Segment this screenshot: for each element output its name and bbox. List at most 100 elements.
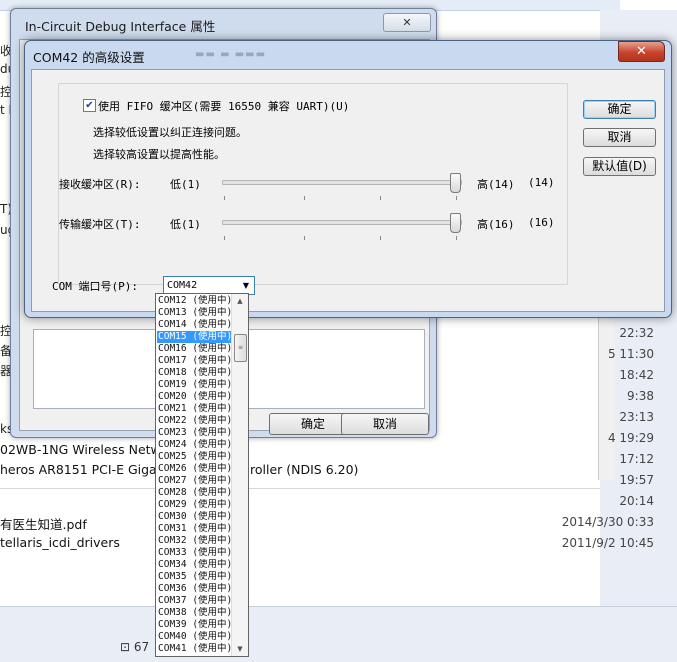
com-port-option[interactable]: COM22 (使用中)	[157, 415, 232, 427]
slider-tick	[380, 236, 381, 240]
slider-tick	[380, 196, 381, 200]
com-port-option[interactable]: COM28 (使用中)	[157, 487, 232, 499]
ok-button[interactable]: 确定	[583, 100, 656, 119]
background-list-item[interactable]: 有医生知道.pdf	[0, 514, 87, 533]
com-port-option[interactable]: COM34 (使用中)	[157, 559, 232, 571]
transmit-buffer-slider[interactable]	[222, 213, 462, 233]
scroll-up-icon[interactable]: ▲	[232, 294, 248, 308]
slider-tick	[224, 196, 225, 200]
com-port-option[interactable]: COM17 (使用中)	[157, 355, 232, 367]
com-port-option[interactable]: COM23 (使用中)	[157, 427, 232, 439]
com-port-value: COM42	[167, 278, 198, 293]
background-list-item[interactable]: heros AR8151 PCI-E Gigab	[0, 462, 165, 477]
item-count: 67	[133, 640, 150, 654]
title-bar-reflection: ▬▬ ▬ ▬▬▬	[195, 49, 267, 60]
background-list-date: 2014/3/30 0:33	[561, 515, 654, 529]
com-close-button[interactable]: ✕	[618, 41, 665, 62]
com-port-option[interactable]: COM19 (使用中)	[157, 379, 232, 391]
background-date: 20:14	[619, 494, 654, 508]
background-list-item[interactable]: tellaris_icdi_drivers	[0, 535, 120, 550]
com-port-option[interactable]: COM24 (使用中)	[157, 439, 232, 451]
receive-value: (14)	[528, 176, 555, 189]
com-port-option[interactable]: COM37 (使用中)	[157, 595, 232, 607]
com-port-option[interactable]: COM18 (使用中)	[157, 367, 232, 379]
scroll-down-icon[interactable]: ▼	[232, 642, 248, 656]
close-icon: ✕	[402, 16, 412, 29]
background-scrollbar[interactable]	[598, 300, 615, 480]
com-port-option[interactable]: COM16 (使用中)	[157, 343, 232, 355]
background-divider	[0, 488, 600, 489]
slider-tick	[456, 236, 457, 240]
slider-tick	[304, 196, 305, 200]
scroll-thumb[interactable]: ≡	[234, 334, 247, 362]
background-date: 22:32	[619, 326, 654, 340]
receive-low-label: 低(1)	[170, 178, 201, 191]
transmit-buffer-label: 传输缓冲区(T):	[59, 218, 141, 231]
com-port-option[interactable]: COM30 (使用中)	[157, 511, 232, 523]
items-icon: ⊡	[120, 640, 131, 654]
com-port-option[interactable]: COM35 (使用中)	[157, 571, 232, 583]
restore-defaults-button[interactable]: 默认值(D)	[583, 157, 656, 176]
slider-tick	[224, 236, 225, 240]
hint-low-text: 选择较低设置以纠正连接问题。	[93, 126, 247, 139]
chevron-down-icon: ▼	[242, 281, 250, 290]
cancel-button[interactable]: 取消	[583, 128, 656, 147]
background-list-item-suffix: roller (NDIS 6.20)	[250, 462, 359, 477]
com-port-label: COM 端口号(P):	[52, 280, 138, 293]
slider-tick	[304, 236, 305, 240]
com-port-option[interactable]: COM40 (使用中)	[157, 631, 232, 643]
com-port-option[interactable]: COM41 (使用中)	[157, 643, 232, 655]
com-dialog-title: COM42 的高级设置	[33, 50, 145, 65]
com-port-option[interactable]: COM33 (使用中)	[157, 547, 232, 559]
com-port-option[interactable]: COM32 (使用中)	[157, 535, 232, 547]
background-date: 19:57	[619, 473, 654, 487]
com-dialog-body: ✔ 使用 FIFO 缓冲区(需要 16550 兼容 UART)(U) 选择较低设…	[31, 69, 665, 312]
dropdown-scrollbar[interactable]: ▲ ≡ ▼	[231, 294, 248, 656]
com-advanced-settings-dialog: COM42 的高级设置 ▬▬ ▬ ▬▬▬ ✕ ✔ 使用 FIFO 缓冲区(需要 …	[24, 40, 672, 318]
com-port-option[interactable]: COM13 (使用中)	[157, 307, 232, 319]
com-port-option[interactable]: COM26 (使用中)	[157, 463, 232, 475]
slider-tick	[456, 196, 457, 200]
background-date: 23:13	[619, 410, 654, 424]
com-port-option[interactable]: COM38 (使用中)	[157, 607, 232, 619]
com-port-option[interactable]: COM15 (使用中)	[157, 331, 232, 343]
com-port-option[interactable]: COM29 (使用中)	[157, 499, 232, 511]
background-status-count: ⊡ 67	[120, 640, 149, 654]
receive-buffer-slider[interactable]	[222, 173, 462, 193]
com-port-option[interactable]: COM14 (使用中)	[157, 319, 232, 331]
transmit-slider-track	[222, 220, 462, 225]
com-port-dropdown-list[interactable]: COM12 (使用中) COM13 (使用中) COM14 (使用中) COM15 (…	[155, 293, 249, 657]
com-port-option[interactable]: COM31 (使用中)	[157, 523, 232, 535]
com-port-option[interactable]: COM25 (使用中)	[157, 451, 232, 463]
background-date: 18:42	[619, 368, 654, 382]
background-date: 9:38	[627, 389, 654, 403]
fifo-checkbox[interactable]: ✔	[83, 99, 96, 112]
background-date: 17:12	[619, 452, 654, 466]
com-port-option[interactable]: COM39 (使用中)	[157, 619, 232, 631]
background-date: 4 19:29	[607, 431, 654, 445]
transmit-low-label: 低(1)	[170, 218, 201, 231]
receive-slider-thumb[interactable]	[450, 173, 461, 193]
com-port-option[interactable]: COM21 (使用中)	[157, 403, 232, 415]
hint-high-text: 选择较高设置以提高性能。	[93, 148, 225, 161]
background-list-date: 2011/9/2 10:45	[561, 536, 654, 550]
receive-slider-track	[222, 180, 462, 185]
com-port-option[interactable]: COM12 (使用中)	[157, 295, 232, 307]
background-list-item[interactable]: 02WB-1NG Wireless Netwo	[0, 442, 168, 457]
background-date: 5 11:30	[607, 347, 654, 361]
checkmark-icon: ✔	[85, 100, 94, 111]
icdi-dialog-title: In-Circuit Debug Interface 属性	[25, 19, 216, 34]
transmit-slider-thumb[interactable]	[450, 213, 461, 233]
icdi-close-button[interactable]: ✕	[383, 13, 431, 32]
receive-buffer-label: 接收缓冲区(R):	[59, 178, 141, 191]
com-port-option[interactable]: COM36 (使用中)	[157, 583, 232, 595]
transmit-high-label: 高(16)	[477, 218, 515, 231]
close-icon: ✕	[636, 44, 647, 59]
background-status-bar	[0, 606, 677, 662]
receive-high-label: 高(14)	[477, 178, 515, 191]
com-port-option[interactable]: COM27 (使用中)	[157, 475, 232, 487]
fifo-checkbox-label[interactable]: 使用 FIFO 缓冲区(需要 16550 兼容 UART)(U)	[98, 98, 349, 114]
transmit-value: (16)	[528, 216, 555, 229]
icdi-cancel-button[interactable]: 取消	[341, 413, 429, 435]
com-port-option[interactable]: COM20 (使用中)	[157, 391, 232, 403]
